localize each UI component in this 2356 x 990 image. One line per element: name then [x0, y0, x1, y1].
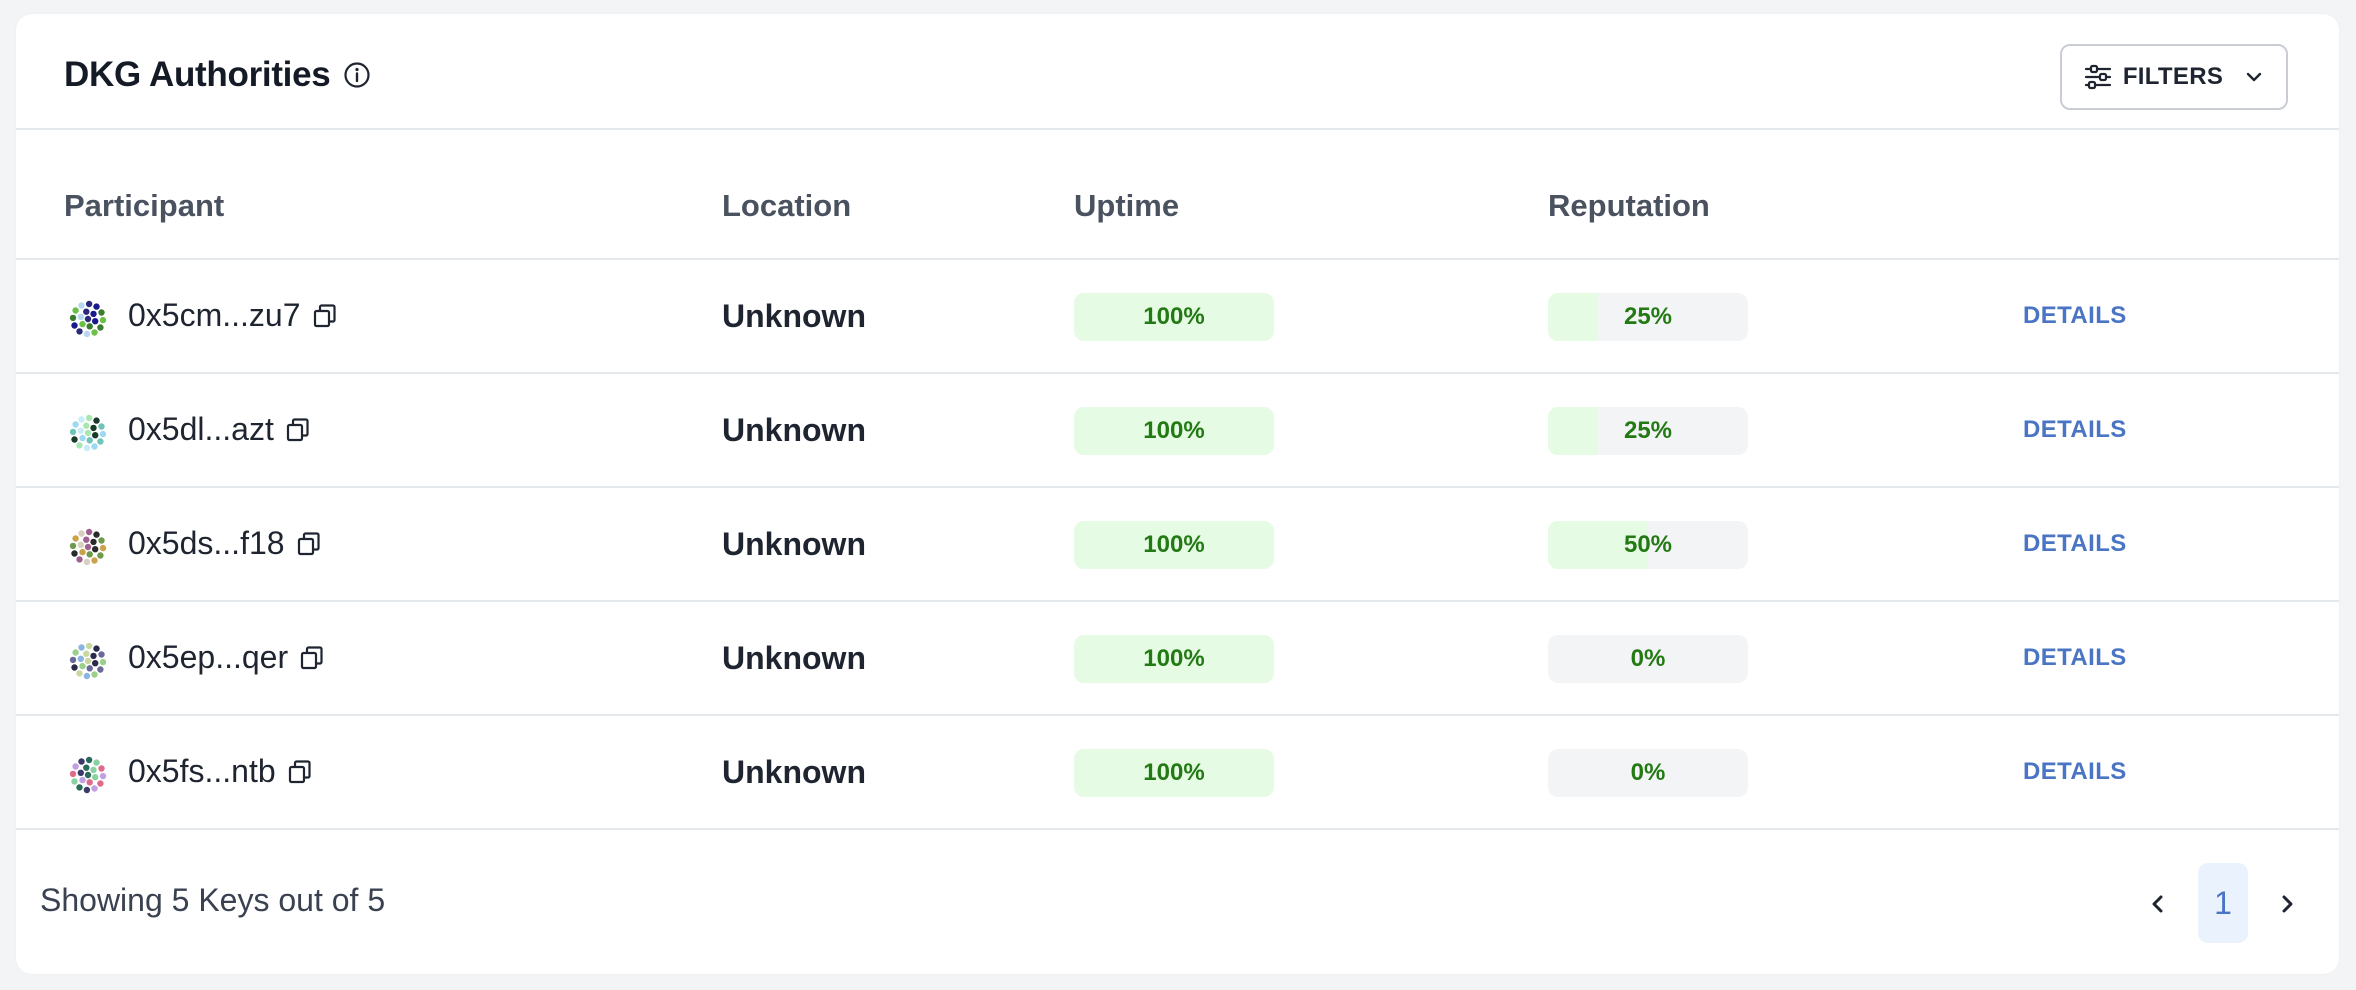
- info-icon[interactable]: [342, 60, 372, 90]
- table-header: Participant Location Uptime Reputation: [16, 130, 2339, 260]
- reputation-bar: 50%: [1548, 521, 1748, 569]
- table-row: 0x5ds...f18 Unknown 100% 50% DETAILS: [16, 488, 2339, 602]
- participant-address-text: 0x5fs...ntb: [128, 753, 276, 789]
- avatar: [69, 414, 107, 452]
- reputation-bar: 25%: [1548, 293, 1748, 341]
- participant-address: 0x5ds...f18: [128, 525, 323, 562]
- uptime-bar: 100%: [1074, 407, 1274, 455]
- column-header-location[interactable]: Location: [722, 188, 851, 224]
- details-link[interactable]: DETAILS: [2023, 416, 2127, 444]
- table-row: 0x5dl...azt Unknown 100% 25% DETAILS: [16, 374, 2339, 488]
- column-header-participant[interactable]: Participant: [64, 188, 224, 224]
- table-row: 0x5fs...ntb Unknown 100% 0% DETAILS: [16, 716, 2339, 830]
- copy-icon[interactable]: [286, 758, 314, 786]
- reputation-value: 25%: [1623, 417, 1673, 444]
- location-value: Unknown: [722, 412, 866, 448]
- uptime-bar: 100%: [1074, 521, 1274, 569]
- location-value: Unknown: [722, 526, 866, 562]
- details-link[interactable]: DETAILS: [2023, 530, 2127, 558]
- column-header-uptime[interactable]: Uptime: [1074, 188, 1179, 224]
- reputation-bar: 0%: [1548, 749, 1748, 797]
- filters-label: FILTERS: [2122, 63, 2224, 90]
- participant-address: 0x5dl...azt: [128, 411, 312, 448]
- page-title: DKG Authorities: [64, 55, 331, 94]
- copy-icon[interactable]: [295, 530, 323, 558]
- chevron-left-icon: [2146, 892, 2170, 916]
- location-value: Unknown: [722, 298, 866, 334]
- dkg-authorities-card: DKG Authorities FILTERS Participant Loca…: [16, 14, 2339, 974]
- title-wrap: DKG Authorities: [64, 55, 372, 95]
- participant-address: 0x5cm...zu7: [128, 297, 339, 334]
- copy-icon[interactable]: [284, 416, 312, 444]
- uptime-value: 100%: [1143, 645, 1205, 672]
- filters-button[interactable]: FILTERS: [2060, 44, 2288, 110]
- participant-address-text: 0x5cm...zu7: [128, 297, 301, 333]
- uptime-bar: 100%: [1074, 293, 1274, 341]
- reputation-value: 50%: [1623, 531, 1673, 558]
- next-page-button[interactable]: [2267, 884, 2307, 924]
- avatar: [69, 642, 107, 680]
- participant-address-text: 0x5ds...f18: [128, 525, 285, 561]
- participant-address-text: 0x5dl...azt: [128, 411, 274, 447]
- participant-address: 0x5ep...qer: [128, 639, 326, 676]
- reputation-bar: 0%: [1548, 635, 1748, 683]
- copy-icon[interactable]: [298, 644, 326, 672]
- avatar: [69, 300, 107, 338]
- location-value: Unknown: [722, 754, 866, 790]
- participant-address-text: 0x5ep...qer: [128, 639, 289, 675]
- uptime-value: 100%: [1143, 417, 1205, 444]
- previous-page-button[interactable]: [2138, 884, 2178, 924]
- table-row: 0x5ep...qer Unknown 100% 0% DETAILS: [16, 602, 2339, 716]
- uptime-bar: 100%: [1074, 635, 1274, 683]
- uptime-value: 100%: [1143, 303, 1205, 330]
- sliders-icon: [2083, 62, 2113, 92]
- column-header-reputation[interactable]: Reputation: [1548, 188, 1710, 224]
- reputation-bar: 25%: [1548, 407, 1748, 455]
- page-button-current[interactable]: 1: [2198, 863, 2248, 943]
- details-link[interactable]: DETAILS: [2023, 758, 2127, 786]
- chevron-right-icon: [2275, 892, 2299, 916]
- details-link[interactable]: DETAILS: [2023, 644, 2127, 672]
- table-row: 0x5cm...zu7 Unknown 100% 25% DETAILS: [16, 260, 2339, 374]
- participant-address: 0x5fs...ntb: [128, 753, 314, 790]
- uptime-value: 100%: [1143, 531, 1205, 558]
- copy-icon[interactable]: [311, 302, 339, 330]
- avatar: [69, 528, 107, 566]
- location-value: Unknown: [722, 640, 866, 676]
- reputation-value: 0%: [1630, 645, 1666, 672]
- uptime-bar: 100%: [1074, 749, 1274, 797]
- details-link[interactable]: DETAILS: [2023, 302, 2127, 330]
- results-summary: Showing 5 Keys out of 5: [40, 882, 386, 918]
- uptime-value: 100%: [1143, 759, 1205, 786]
- reputation-value: 0%: [1630, 759, 1666, 786]
- reputation-value: 25%: [1623, 303, 1673, 330]
- avatar: [69, 756, 107, 794]
- card-header: DKG Authorities FILTERS: [16, 14, 2339, 130]
- chevron-down-icon: [2243, 66, 2265, 88]
